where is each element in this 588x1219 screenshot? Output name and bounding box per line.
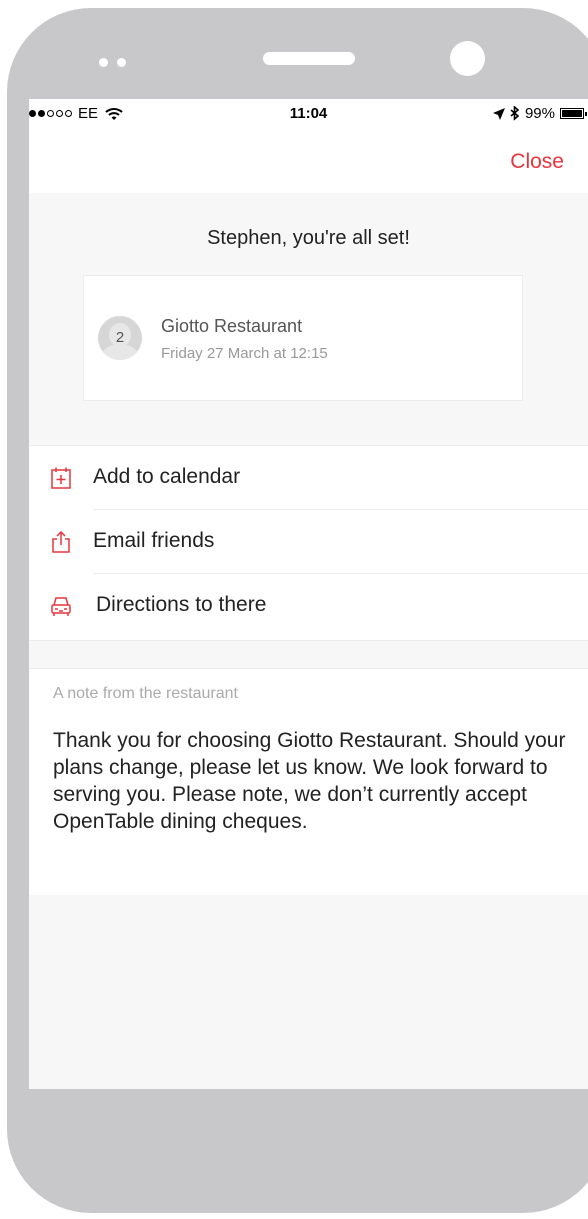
email-friends-row[interactable]: Email friends xyxy=(29,510,588,574)
restaurant-name: Giotto Restaurant xyxy=(161,316,303,336)
close-button[interactable]: Close xyxy=(510,150,564,174)
action-label: Directions to there xyxy=(96,593,267,616)
actions-list: Add to calendar Email friends Directions… xyxy=(29,445,588,641)
directions-row[interactable]: Directions to there xyxy=(29,574,588,638)
front-camera xyxy=(450,41,485,76)
battery-percent: 99% xyxy=(524,105,555,122)
reservation-time: Friday 27 March at 12:15 xyxy=(161,345,328,362)
add-to-calendar-row[interactable]: Add to calendar xyxy=(29,446,588,510)
share-icon xyxy=(52,530,70,553)
confirmation-headline: Stephen, you're all set! xyxy=(207,227,410,249)
party-size: 2 xyxy=(115,329,125,346)
status-bar: EE 11:04 99% xyxy=(29,99,588,129)
note-body: Thank you for choosing Giotto Restaurant… xyxy=(53,729,566,833)
earpiece-speaker xyxy=(263,52,355,65)
party-size-avatar-icon: 2 xyxy=(98,316,142,360)
battery-icon xyxy=(560,108,587,119)
car-icon xyxy=(51,597,71,616)
calendar-add-icon xyxy=(51,467,71,489)
location-arrow-icon xyxy=(492,107,505,120)
reservation-card: 2 Giotto Restaurant Friday 27 March at 1… xyxy=(83,275,523,401)
note-title: A note from the restaurant xyxy=(53,685,238,702)
navigation-bar: Close xyxy=(29,129,588,193)
app-screen: EE 11:04 99% Close Stephen, you're all s… xyxy=(29,99,588,1089)
action-label: Email friends xyxy=(93,529,215,552)
bluetooth-icon xyxy=(510,106,520,121)
restaurant-note: A note from the restaurant Thank you for… xyxy=(29,668,588,895)
action-label: Add to calendar xyxy=(93,465,241,488)
front-sensor-dots xyxy=(99,58,126,67)
